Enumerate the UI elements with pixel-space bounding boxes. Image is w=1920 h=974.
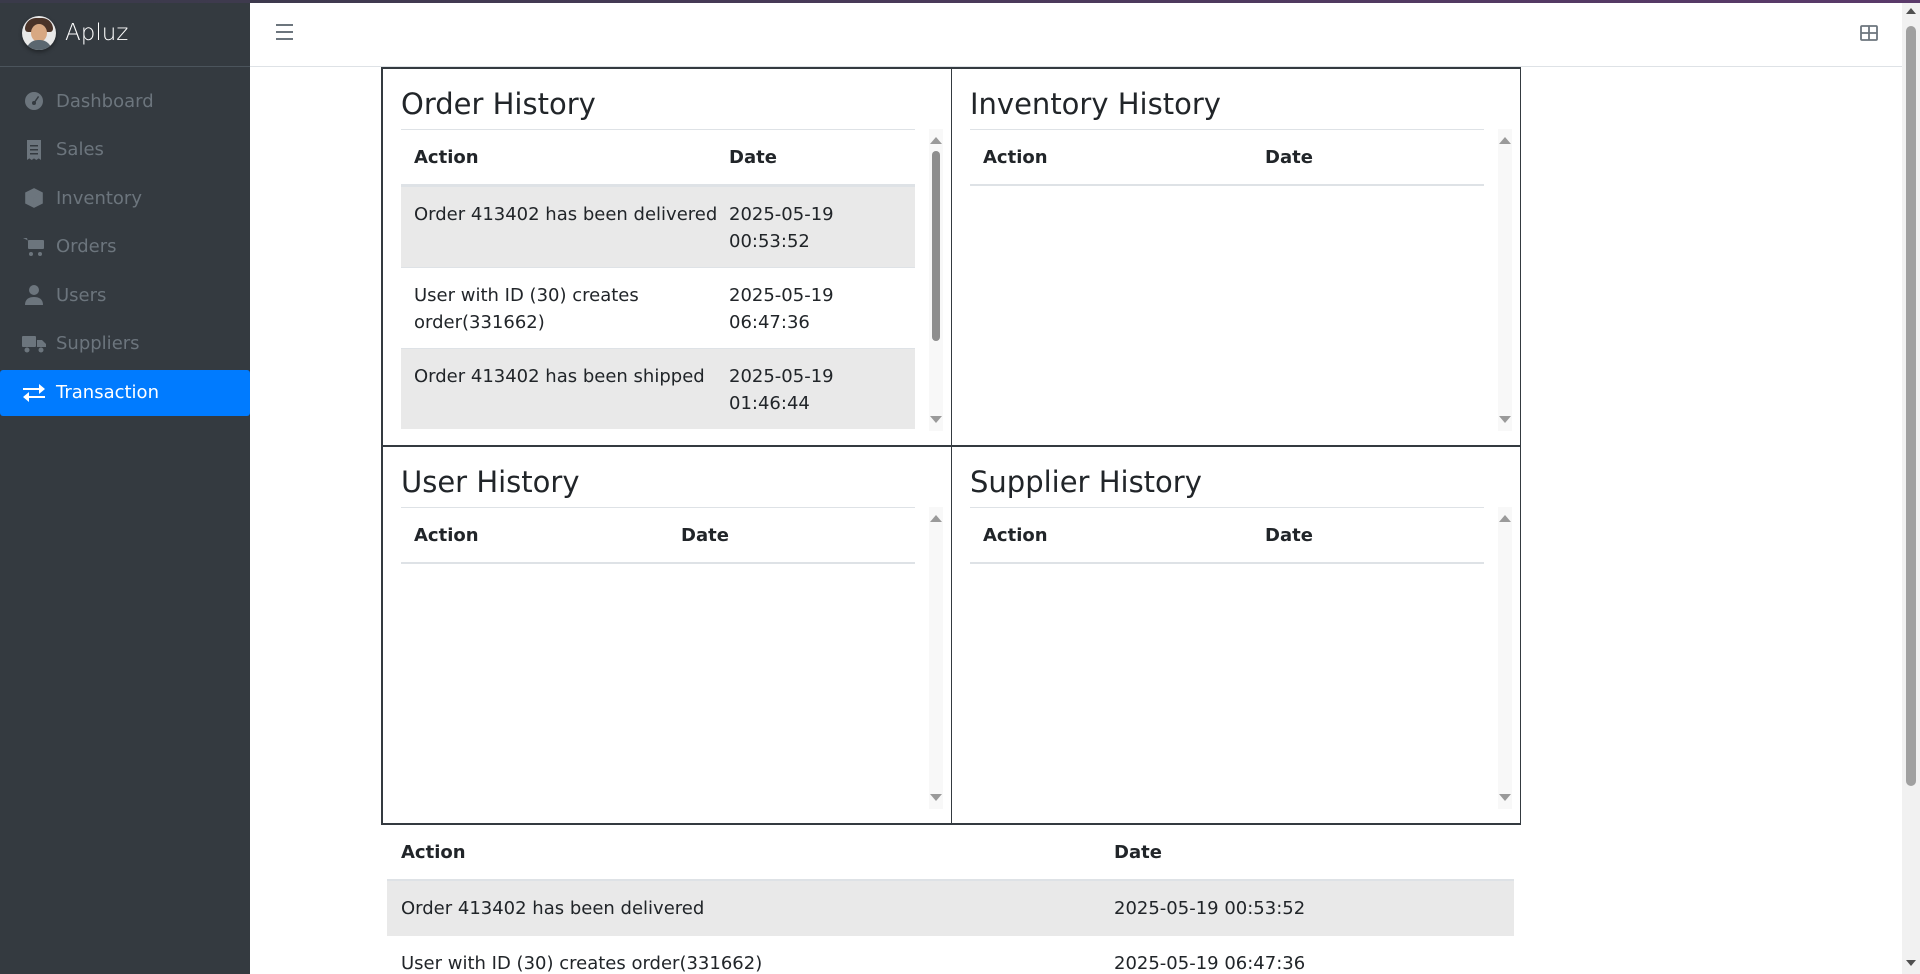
table-header: Action Date — [401, 130, 915, 186]
table-row: User with ID (30) creates order(331662) … — [401, 267, 915, 348]
user-history-panel: User History Action Date — [382, 446, 952, 824]
table-header: Action Date — [387, 825, 1514, 881]
supplier-history-table[interactable]: Action Date — [970, 507, 1484, 809]
window-top-border — [0, 0, 1920, 3]
row-action: Order 413402 has been delivered — [414, 204, 718, 225]
sidebar-item-label: Transaction — [56, 382, 159, 404]
row-date: 2025-05-19 00:53:52 — [1114, 898, 1306, 919]
sidebar-nav: Dashboard Sales Inventory Orders Users S… — [0, 67, 250, 416]
exchange-icon — [22, 381, 46, 405]
sidebar-item-label: Users — [56, 284, 107, 306]
table-row: Order 413402 has been delivered 2025-05-… — [387, 881, 1514, 936]
scroll-down-icon[interactable] — [1499, 416, 1511, 423]
column-header-action: Action — [983, 146, 1048, 168]
user-history-table[interactable]: Action Date — [401, 507, 915, 809]
inventory-history-scrollbar[interactable] — [1498, 129, 1512, 431]
column-header-action: Action — [983, 524, 1048, 546]
inventory-history-table[interactable]: Action Date — [970, 129, 1484, 431]
truck-icon — [22, 332, 46, 356]
tachometer-icon — [22, 89, 46, 113]
sidebar-item-label: Inventory — [56, 187, 142, 209]
table-header: Action Date — [970, 508, 1484, 564]
table-row: Order 413402 has been shipped 2025-05-19… — [401, 348, 915, 429]
receipt-icon — [22, 138, 46, 162]
sidebar-item-sales[interactable]: Sales — [0, 127, 250, 173]
menu-toggle-icon[interactable] — [276, 24, 296, 44]
sidebar-item-label: Sales — [56, 139, 104, 161]
table-header: Action Date — [401, 508, 915, 564]
column-header-date: Date — [1265, 524, 1313, 546]
scroll-down-icon[interactable] — [1499, 794, 1511, 801]
history-grid: Order History Action Date Order 413402 h… — [381, 67, 1521, 825]
page-scrollbar[interactable] — [1902, 0, 1920, 974]
order-history-table[interactable]: Action Date Order 413402 has been delive… — [401, 129, 915, 431]
scroll-down-icon[interactable] — [930, 794, 942, 801]
scroll-down-icon[interactable] — [1906, 960, 1916, 966]
table-header: Action Date — [970, 130, 1484, 186]
panel-title: Order History — [401, 87, 596, 121]
sidebar-item-transaction[interactable]: Transaction — [0, 369, 250, 416]
inventory-history-panel: Inventory History Action Date — [951, 68, 1521, 446]
scroll-thumb[interactable] — [932, 151, 940, 341]
sidebar-item-label: Dashboard — [56, 90, 154, 112]
user-icon — [22, 283, 46, 307]
sidebar-item-suppliers[interactable]: Suppliers — [0, 321, 250, 367]
scroll-up-icon[interactable] — [1906, 8, 1916, 14]
row-action: Order 413402 has been shipped — [414, 366, 705, 387]
row-date: 2025-05-19 06:47:36 — [729, 285, 834, 333]
row-date: 2025-05-19 01:46:44 — [729, 366, 834, 414]
sidebar: Apluz Dashboard Sales Inventory Orders U… — [0, 0, 250, 974]
brand-link[interactable]: Apluz — [0, 0, 250, 67]
user-history-scrollbar[interactable] — [929, 507, 943, 809]
cart-icon — [22, 235, 46, 259]
panel-title: Supplier History — [970, 465, 1202, 499]
column-header-date: Date — [681, 524, 729, 546]
brand-avatar-icon — [22, 16, 56, 50]
scroll-thumb[interactable] — [1906, 26, 1916, 786]
scroll-up-icon[interactable] — [930, 515, 942, 522]
sidebar-item-dashboard[interactable]: Dashboard — [0, 78, 250, 124]
column-header-action: Action — [414, 146, 479, 168]
top-navbar — [250, 0, 1902, 67]
scroll-up-icon[interactable] — [930, 137, 942, 144]
table-row: Order 413402 has been delivered 2025-05-… — [401, 186, 915, 267]
fullscreen-grid-icon[interactable] — [1860, 24, 1880, 44]
row-action: User with ID (30) creates order(331662) — [401, 953, 763, 974]
brand-name: Apluz — [65, 20, 129, 46]
panel-title: User History — [401, 465, 580, 499]
column-header-date: Date — [1265, 146, 1313, 168]
column-header-action: Action — [414, 524, 479, 546]
row-action: Order 413402 has been delivered — [401, 898, 705, 919]
row-action: User with ID (30) creates order(331662) — [414, 285, 639, 333]
sidebar-item-orders[interactable]: Orders — [0, 224, 250, 270]
box-icon — [22, 186, 46, 210]
scroll-up-icon[interactable] — [1499, 515, 1511, 522]
scroll-up-icon[interactable] — [1499, 137, 1511, 144]
table-row: User with ID (30) creates order(331662) … — [387, 936, 1514, 974]
sidebar-item-users[interactable]: Users — [0, 272, 250, 318]
scroll-down-icon[interactable] — [930, 416, 942, 423]
sidebar-item-label: Orders — [56, 236, 117, 258]
panel-title: Inventory History — [970, 87, 1221, 121]
order-history-scrollbar[interactable] — [929, 129, 943, 431]
main-content: Order History Action Date Order 413402 h… — [250, 67, 1902, 974]
row-date: 2025-05-19 00:53:52 — [729, 204, 834, 252]
column-header-date: Date — [729, 146, 777, 168]
column-header-action: Action — [401, 841, 466, 863]
sidebar-item-inventory[interactable]: Inventory — [0, 175, 250, 221]
order-history-panel: Order History Action Date Order 413402 h… — [382, 68, 952, 446]
sidebar-item-label: Suppliers — [56, 333, 140, 355]
column-header-date: Date — [1114, 841, 1162, 863]
supplier-history-panel: Supplier History Action Date — [951, 446, 1521, 824]
supplier-history-scrollbar[interactable] — [1498, 507, 1512, 809]
transaction-table: Action Date Order 413402 has been delive… — [387, 825, 1514, 974]
row-date: 2025-05-19 06:47:36 — [1114, 953, 1306, 974]
